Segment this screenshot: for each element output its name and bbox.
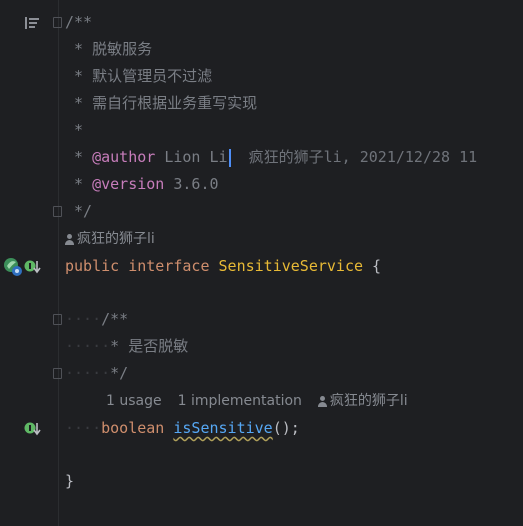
fold-icon[interactable] [53,306,62,333]
method-name[interactable]: isSensitive [173,419,272,437]
code-line[interactable]: } [65,468,74,495]
fold-icon[interactable] [53,9,62,36]
code-line[interactable]: ·····* 是否脱敏 [65,333,188,360]
doc-comment-prefix: * [65,148,93,166]
gutter-separator [58,0,59,526]
git-blame-annotation[interactable]: 疯狂的狮子li, 2021/12/28 11 [231,148,478,166]
code-line[interactable]: * @author Lion Li 疯狂的狮子li, 2021/12/28 11 [65,144,477,171]
author-inlay-label: 疯狂的狮子li [77,231,155,247]
code-line[interactable]: ·····*/ [65,360,128,387]
doc-comment-close: */ [65,202,93,220]
code-line[interactable]: ····boolean isSensitive(); [65,415,300,442]
open-brace: { [363,257,382,275]
usages-inlay-link[interactable]: 1 usage [106,390,162,412]
doc-comment-close: */ [110,364,129,382]
implementations-inlay-link[interactable]: 1 implementation [178,390,302,412]
doc-comment-text: * 是否脱敏 [110,337,189,355]
doc-version-value: 3.6.0 [164,175,219,193]
fold-icon[interactable] [53,198,62,225]
keyword-public: public [65,257,120,275]
code-line[interactable]: * 默认管理员不过滤 [65,63,212,90]
code-line[interactable]: * [65,117,83,144]
implemented-icon[interactable] [24,415,42,442]
code-editor[interactable]: /** * 脱敏服务 * 默认管理员不过滤 * 需自行根据业务重写实现 * * … [0,0,523,526]
person-icon [317,395,327,407]
doc-tag-version: @version [92,175,165,193]
code-line[interactable]: * 需自行根据业务重写实现 [65,90,257,117]
spring-bean-icon[interactable] [3,253,23,280]
person-icon [65,233,74,245]
code-line[interactable]: ····/** [65,306,128,333]
code-line[interactable]: * 脱敏服务 [65,36,152,63]
keyword-interface: interface [119,257,219,275]
structure-icon[interactable] [24,9,40,36]
interface-name[interactable]: SensitiveService [219,257,364,275]
indent-guide: ···· [65,419,102,437]
doc-comment-prefix: * [65,175,93,193]
method-parens: (); [272,419,300,437]
author-inlay-label[interactable]: 疯狂的狮子li [330,390,408,412]
indent-guide: ····· [65,364,111,382]
author-inlay-hint[interactable]: 疯狂的狮子li [65,228,155,250]
doc-comment-open: /** [65,13,93,31]
code-line[interactable]: public interface SensitiveService { [65,253,381,280]
doc-tag-author: @author [92,148,156,166]
keyword-boolean: boolean [101,419,165,437]
code-line[interactable]: /** [65,9,92,36]
fold-icon[interactable] [53,360,62,387]
code-line[interactable]: * @version 3.6.0 [65,171,219,198]
doc-comment-text: * 脱敏服务 [65,40,153,58]
implemented-icon[interactable] [24,253,42,280]
doc-comment-text: * 默认管理员不过滤 [65,67,213,85]
method-inlay-hints: 1 usage 1 implementation 疯狂的狮子li [106,390,408,412]
doc-comment-open: /** [101,310,129,328]
indent-guide: ····· [65,337,111,355]
code-line[interactable]: */ [65,198,92,225]
close-brace: } [65,472,75,490]
doc-author-value: Lion Li [155,148,228,166]
indent-guide: ···· [65,310,102,328]
doc-comment-text: * 需自行根据业务重写实现 [65,94,258,112]
doc-comment-text: * [65,121,84,139]
